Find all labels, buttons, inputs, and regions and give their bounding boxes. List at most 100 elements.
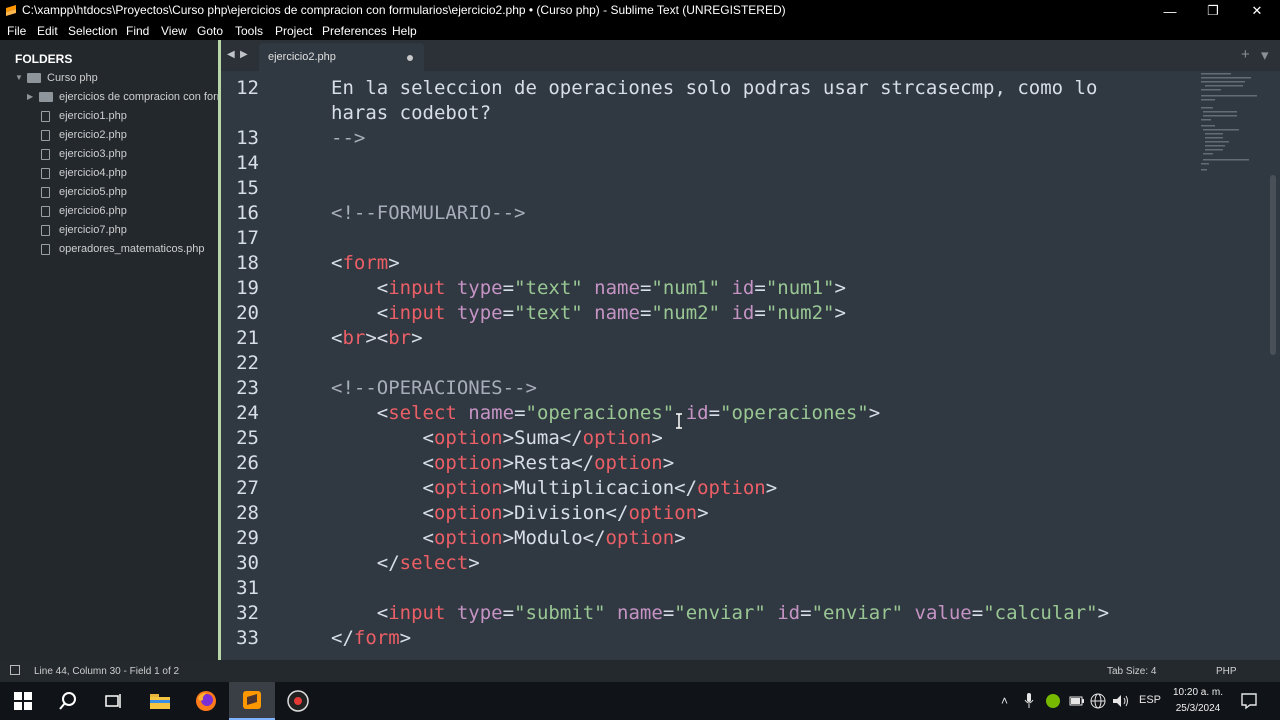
file-ejercicio1[interactable]: ejercicio1.php (59, 110, 127, 122)
tab-label: ejercicio2.php (268, 51, 336, 63)
search-button[interactable] (45, 682, 91, 720)
line-number: 23 (236, 377, 259, 399)
token-tg: select (388, 402, 457, 424)
menu-preferences[interactable]: Preferences (322, 24, 387, 38)
line-code[interactable]: <form> (331, 251, 400, 276)
file-ejercicio5[interactable]: ejercicio5.php (59, 186, 127, 198)
token-tg: br (342, 327, 366, 349)
token-st: "enviar" (674, 602, 766, 624)
line-code[interactable]: <option>Multiplicacion</option> (331, 476, 778, 501)
file-operadores-matematicos[interactable]: operadores_matematicos.php (59, 243, 205, 255)
token-st: "num2" (765, 302, 835, 324)
file-icon (41, 225, 50, 236)
panel-toggle-icon[interactable] (10, 665, 20, 675)
line-code[interactable]: <select name="operaciones" id="operacion… (331, 401, 880, 426)
maximize-button[interactable]: ❐ (1191, 0, 1235, 22)
line-code[interactable]: <option>Suma</option> (331, 426, 663, 451)
line-number: 26 (236, 452, 259, 474)
syntax-selector[interactable]: PHP (1216, 666, 1237, 677)
collapsed-arrow-icon[interactable]: ▶ (27, 92, 33, 101)
menu-view[interactable]: View (161, 24, 187, 38)
line-code[interactable]: En la seleccion de operaciones solo podr… (331, 76, 1097, 101)
line-number: 27 (236, 477, 259, 499)
menu-help[interactable]: Help (392, 24, 417, 38)
unsaved-dot-icon[interactable] (407, 55, 413, 61)
tab-list-icon[interactable]: ▾ (1261, 46, 1269, 64)
line-number: 22 (236, 352, 259, 374)
line-code[interactable]: <option>Division</option> (331, 501, 709, 526)
close-button[interactable]: ✕ (1235, 0, 1279, 22)
line-code[interactable]: </form> (331, 626, 411, 651)
token-tx (583, 302, 594, 324)
file-ejercicio2[interactable]: ejercicio2.php (59, 129, 127, 141)
code-editor[interactable]: 12 En la seleccion de operaciones solo po… (221, 71, 1280, 660)
show-hidden-icons-icon[interactable]: ˄ (1001, 694, 1008, 708)
task-view-icon (105, 694, 121, 708)
token-at: name (617, 602, 663, 624)
token-tx: >Multiplicacion</ (502, 477, 698, 499)
tab-ejercicio2[interactable]: ejercicio2.php (259, 43, 424, 71)
network-globe-icon[interactable] (1090, 693, 1106, 709)
folder-curso-php[interactable]: Curso php (47, 72, 98, 84)
token-tx: > (662, 452, 675, 474)
line-code[interactable]: <option>Resta</option> (331, 451, 675, 476)
line-code[interactable]: <br><br> (331, 326, 423, 351)
nvidia-icon[interactable] (1045, 693, 1061, 709)
battery-icon[interactable] (1069, 695, 1085, 707)
expanded-arrow-icon[interactable]: ▼ (15, 73, 23, 82)
minimize-button[interactable]: — (1148, 0, 1192, 22)
menu-file[interactable]: File (7, 24, 26, 38)
firefox-icon (196, 691, 216, 711)
tab-bar: ◀ ▶ ejercicio2.php + ▾ (221, 40, 1280, 71)
menu-selection[interactable]: Selection (68, 24, 117, 38)
input-language[interactable]: ESP (1139, 694, 1161, 706)
volume-icon[interactable] (1112, 693, 1130, 709)
line-code[interactable]: </select> (331, 551, 480, 576)
minimap[interactable] (1197, 71, 1263, 191)
line-code[interactable]: --> (331, 126, 365, 151)
menu-bar: File Edit Selection Find View Goto Tools… (0, 22, 1280, 40)
tab-prev-icon[interactable]: ◀ (227, 49, 235, 60)
token-tx: = (800, 602, 812, 624)
menu-goto[interactable]: Goto (197, 24, 223, 38)
menu-project[interactable]: Project (275, 24, 312, 38)
token-tg: option (628, 502, 698, 524)
obs-button[interactable] (275, 682, 321, 720)
start-button[interactable] (0, 682, 46, 720)
token-tx (903, 602, 914, 624)
microphone-icon[interactable] (1024, 693, 1034, 709)
token-tg: option (433, 452, 503, 474)
folder-ejercicios[interactable]: ejercicios de compracion con formularios (59, 91, 218, 103)
file-ejercicio3[interactable]: ejercicio3.php (59, 148, 127, 160)
token-st: "submit" (514, 602, 606, 624)
tab-size-selector[interactable]: Tab Size: 4 (1107, 666, 1156, 677)
sublime-app-icon (6, 5, 16, 16)
line-code[interactable]: <input type="text" name="num1" id="num1"… (331, 276, 846, 301)
line-code[interactable]: <input type="submit" name="enviar" id="e… (331, 601, 1109, 626)
line-code[interactable]: haras codebot? (331, 101, 491, 126)
file-ejercicio4[interactable]: ejercicio4.php (59, 167, 127, 179)
folder-icon (39, 92, 53, 102)
menu-tools[interactable]: Tools (235, 24, 263, 38)
file-ejercicio7[interactable]: ejercicio7.php (59, 224, 127, 236)
menu-find[interactable]: Find (126, 24, 149, 38)
editor-scrollbar[interactable] (1270, 175, 1276, 355)
token-tg: input (388, 277, 446, 299)
line-code[interactable]: <option>Modulo</option> (331, 526, 686, 551)
tab-next-icon[interactable]: ▶ (240, 49, 248, 60)
file-explorer-button[interactable] (137, 682, 183, 720)
system-clock[interactable]: 10:20 a. m. 25/3/2024 (1168, 685, 1228, 717)
token-st: "enviar" (811, 602, 904, 624)
token-st: "text" (514, 302, 583, 324)
firefox-button[interactable] (183, 682, 229, 720)
line-code[interactable]: <input type="text" name="num2" id="num2"… (331, 301, 846, 326)
line-code[interactable]: <!--FORMULARIO--> (331, 201, 525, 226)
sublime-text-button[interactable] (229, 682, 275, 720)
line-code[interactable]: <!--OPERACIONES--> (331, 376, 537, 401)
menu-edit[interactable]: Edit (37, 24, 58, 38)
task-view-button[interactable] (90, 682, 136, 720)
notifications-icon[interactable] (1240, 692, 1258, 710)
token-at: id (731, 277, 755, 299)
file-ejercicio6[interactable]: ejercicio6.php (59, 205, 127, 217)
new-tab-icon[interactable]: + (1241, 46, 1250, 63)
